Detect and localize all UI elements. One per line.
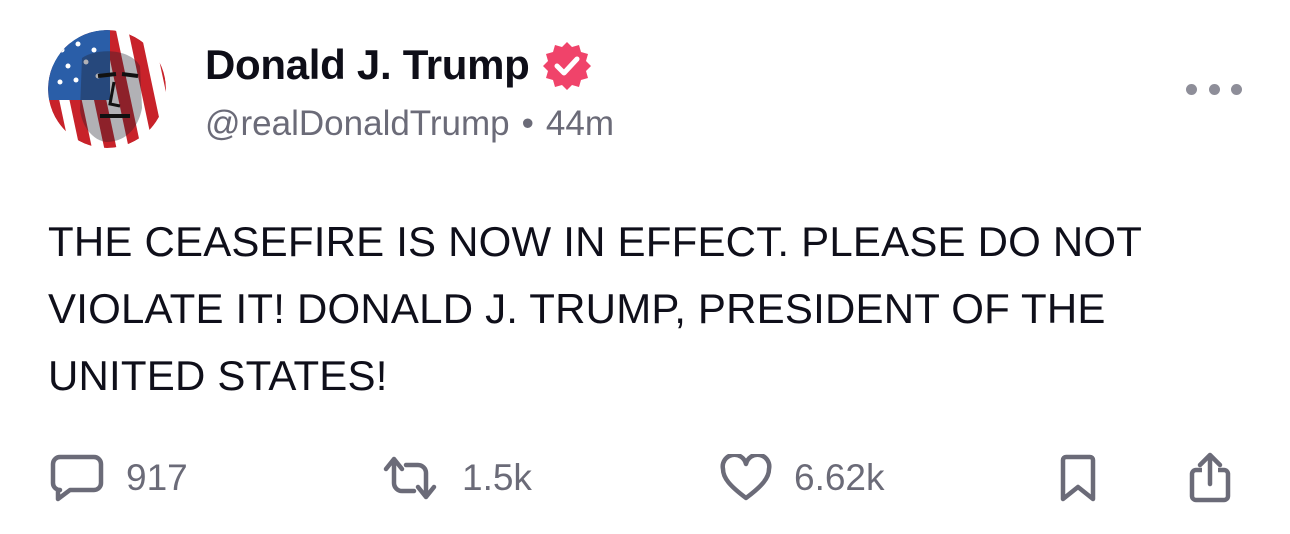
repost-count: 1.5k — [462, 457, 532, 498]
more-options-button[interactable] — [1186, 74, 1242, 104]
author-handle[interactable]: @realDonaldTrump — [205, 104, 510, 144]
author-row: Donald J. Trump — [205, 40, 592, 90]
share-icon — [1189, 452, 1231, 503]
post-timestamp[interactable]: 44m — [546, 104, 614, 144]
avatar[interactable] — [48, 30, 166, 148]
repost-arrows-icon — [383, 456, 437, 500]
reply-count: 917 — [126, 457, 188, 498]
ellipsis-icon — [1186, 83, 1197, 95]
author-meta: @realDonaldTrump • 44m — [205, 104, 614, 144]
meta-separator: • — [521, 104, 534, 143]
like-button[interactable]: 6.62k — [720, 452, 885, 504]
repost-button[interactable]: 1.5k — [380, 452, 532, 504]
bookmark-button[interactable] — [1058, 452, 1098, 504]
reply-button[interactable]: 917 — [50, 452, 188, 504]
verified-badge-icon — [542, 40, 592, 90]
ellipsis-icon — [1231, 83, 1242, 95]
avatar-image — [48, 30, 166, 148]
heart-icon — [720, 454, 772, 501]
share-button[interactable] — [1188, 452, 1232, 504]
author-display-name[interactable]: Donald J. Trump — [205, 41, 530, 89]
bookmark-icon — [1060, 454, 1096, 502]
ellipsis-icon — [1208, 83, 1220, 95]
post-card: Donald J. Trump @realDonaldTrump • 44m T… — [0, 0, 1290, 534]
like-count: 6.62k — [794, 457, 885, 498]
post-text: THE CEASEFIRE IS NOW IN EFFECT. PLEASE D… — [48, 218, 1142, 399]
speech-bubble-icon — [50, 454, 104, 502]
